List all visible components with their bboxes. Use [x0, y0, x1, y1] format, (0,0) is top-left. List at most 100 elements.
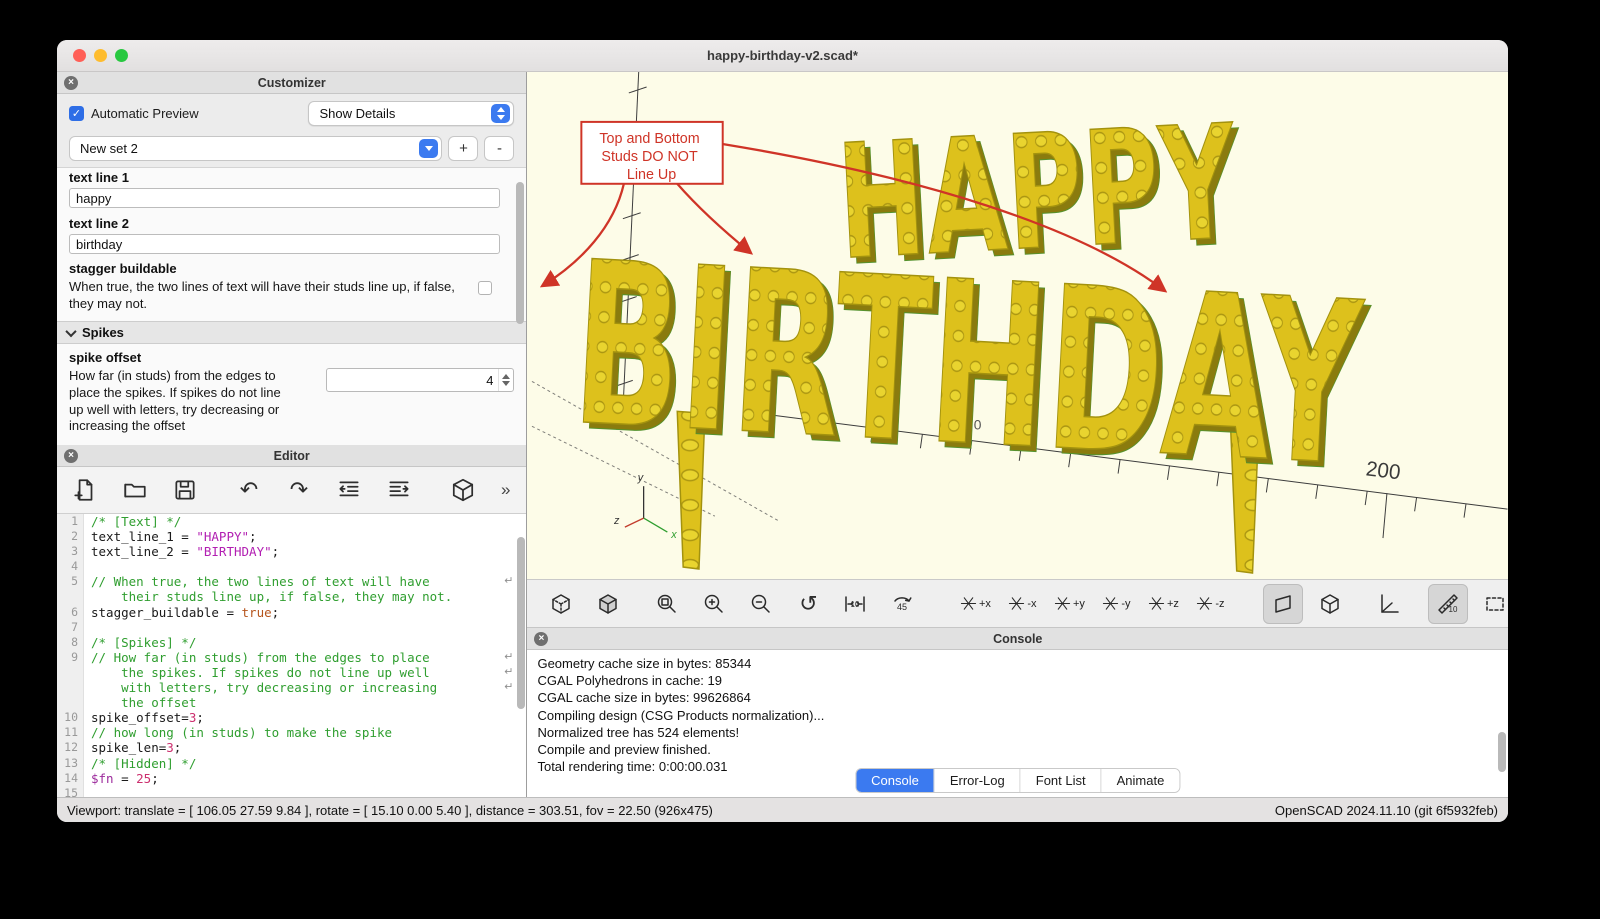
code-row: 3 text_line_2 = "BIRTHDAY";: [57, 544, 526, 560]
new-file-button[interactable]: [67, 472, 103, 508]
code-row: 14 $fn = 25;: [57, 770, 526, 786]
editor-title: Editor: [273, 448, 310, 463]
stepper-arrows[interactable]: [498, 369, 513, 392]
code-row: the offset: [57, 695, 526, 711]
text-line-2-label: text line 2: [69, 216, 129, 231]
close-window-button[interactable]: [73, 49, 86, 62]
minimize-window-button[interactable]: [94, 49, 107, 62]
code-row: 9// How far (in studs) from the edges to…: [57, 649, 526, 665]
console-scrollbar[interactable]: [1498, 732, 1506, 772]
console-tabs: Console Error-Log Font List Animate: [855, 768, 1181, 793]
render-solid-button[interactable]: [588, 584, 628, 624]
ortho-cube-icon: [1321, 593, 1340, 614]
orthographic-view-button[interactable]: [1310, 584, 1350, 624]
line-wrap-icon: ↵: [504, 665, 514, 678]
3d-viewport[interactable]: 0 200 y x z HAPPY HAPPY BIRTHDAY BIRTHDA…: [527, 72, 1508, 580]
close-customizer-icon[interactable]: ×: [64, 76, 78, 90]
save-icon: [175, 480, 195, 500]
view-plus-y-button[interactable]: +y: [1049, 584, 1089, 624]
dashed-rect-icon: [1486, 596, 1505, 611]
console-tab-console[interactable]: Console: [856, 769, 935, 792]
svg-text:x: x: [671, 529, 678, 541]
view-minus-x-button[interactable]: -x: [1002, 584, 1042, 624]
diagonal-view-button[interactable]: [1263, 583, 1304, 624]
close-console-icon[interactable]: ×: [534, 632, 549, 646]
svg-text:10: 10: [1449, 605, 1458, 614]
customizer-scrollbar[interactable]: [516, 182, 525, 324]
measure-area-button[interactable]: [1475, 584, 1508, 624]
zoom-in-button[interactable]: [694, 584, 734, 624]
stagger-buildable-checkbox[interactable]: [478, 281, 493, 295]
new-file-icon: [74, 479, 93, 501]
unindent-button[interactable]: [331, 472, 367, 508]
line-wrap-icon: ↵: [504, 575, 514, 588]
code-area[interactable]: 1/* [Text] */2 text_line_1 = "HAPPY"; 3 tex…: [57, 514, 527, 797]
step-up-icon[interactable]: [502, 374, 511, 380]
preset-dropdown[interactable]: New set 2: [69, 136, 443, 161]
chevron-down-icon: [65, 325, 77, 337]
spikes-section-header[interactable]: Spikes: [57, 321, 527, 345]
rotate-45-button[interactable]: 45: [882, 584, 922, 624]
editor-header: × Editor: [57, 445, 527, 467]
viewport-toolbar: ↺ 10 45 +x -x +y -y +z -z 10: [527, 580, 1508, 628]
code-row: the spikes. If spikes do not line up wel…: [57, 664, 526, 681]
indent-icon: [389, 481, 409, 497]
viewport-status-text: Viewport: translate = [ 106.05 27.59 9.8…: [67, 802, 713, 818]
indent-button[interactable]: [381, 472, 417, 508]
render-preview-button[interactable]: [541, 584, 581, 624]
view-plus-z-button[interactable]: +z: [1143, 584, 1183, 624]
spike-offset-spinner: [326, 368, 515, 393]
rotate-45-icon: 45: [894, 596, 913, 612]
preset-add-button[interactable]: +: [448, 136, 479, 161]
window-title: happy-birthday-v2.scad*: [707, 48, 858, 63]
open-file-button[interactable]: [117, 472, 153, 508]
undo-button[interactable]: ↶: [231, 472, 267, 508]
close-editor-icon[interactable]: ×: [64, 449, 78, 463]
version-text: OpenSCAD 2024.11.10 (git 6f5932feb): [1274, 802, 1498, 818]
code-row: 7: [57, 619, 526, 635]
spike-offset-label: spike offset: [69, 350, 142, 366]
view-distance-button[interactable]: 10: [835, 584, 875, 624]
wireframe-cube-icon: [552, 593, 571, 614]
zoom-in-icon: [705, 594, 724, 613]
spike-offset-input[interactable]: [327, 371, 499, 389]
center-view-button[interactable]: [1369, 584, 1409, 624]
console-tab-animate[interactable]: Animate: [1101, 769, 1180, 792]
details-dropdown[interactable]: Show Details: [308, 101, 515, 126]
console-line: CGAL Polyhedrons in cache: 19: [537, 673, 722, 689]
magnifier-box-icon: [658, 594, 677, 613]
save-file-button[interactable]: [167, 472, 203, 508]
perspective-plane-icon: [1275, 594, 1292, 613]
view-minus-y-button[interactable]: -y: [1096, 584, 1136, 624]
automatic-preview-checkbox[interactable]: [69, 106, 84, 121]
console-line: Geometry cache size in bytes: 85344: [537, 656, 752, 671]
stagger-buildable-label: stagger buildable: [69, 261, 177, 276]
render-button[interactable]: [445, 472, 481, 508]
view-all-button[interactable]: [647, 584, 687, 624]
redo-button[interactable]: ↷: [281, 472, 317, 508]
measure-distance-button[interactable]: 10: [1428, 583, 1469, 624]
text-line-2-input[interactable]: [69, 234, 501, 254]
code-row: 6 stagger_buildable = true;: [57, 604, 526, 620]
editor-scrollbar[interactable]: [517, 537, 526, 709]
step-down-icon[interactable]: [502, 381, 511, 387]
preset-remove-button[interactable]: -: [484, 136, 515, 161]
customizer-header: × Customizer: [57, 72, 527, 94]
text-line-1-input[interactable]: [69, 188, 501, 208]
axis-star-icon: [1148, 597, 1165, 610]
code-row: 11// how long (in studs) to make the spi…: [57, 725, 526, 741]
stagger-buildable-description: When true, the two lines of text will ha…: [69, 279, 455, 311]
console-line: Compiling design (CSG Products normaliza…: [537, 707, 825, 723]
traffic-lights: [73, 49, 128, 62]
zoom-window-button[interactable]: [115, 49, 128, 62]
view-minus-z-button[interactable]: -z: [1190, 584, 1230, 624]
title-bar[interactable]: happy-birthday-v2.scad*: [57, 40, 1508, 72]
console-tab-font-list[interactable]: Font List: [1020, 769, 1102, 792]
reset-view-button[interactable]: ↺: [788, 584, 828, 624]
zoom-out-button[interactable]: [741, 584, 781, 624]
console-tab-error-log[interactable]: Error-Log: [934, 769, 1021, 792]
toolbar-overflow-button[interactable]: »: [495, 479, 516, 501]
svg-text:z: z: [613, 515, 620, 527]
view-plus-x-button[interactable]: +x: [955, 584, 995, 624]
axis-star-icon: [960, 597, 977, 610]
